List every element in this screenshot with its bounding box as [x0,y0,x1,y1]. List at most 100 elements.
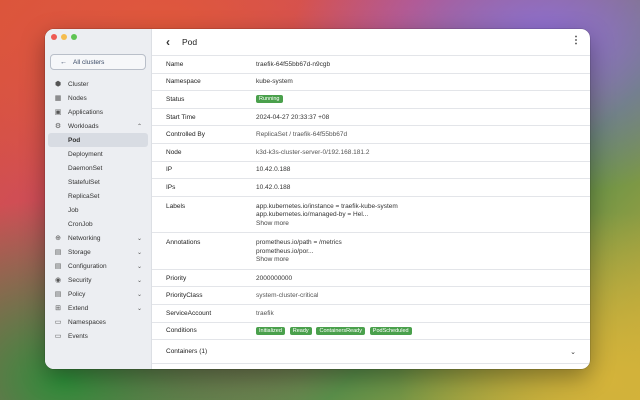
sidebar-item-label: Namespaces [68,318,106,326]
detail-row-name: Name traefik-64f55bb67d-n9cgb [152,56,590,74]
all-clusters-label: All clusters [73,58,105,66]
sidebar-subitem-replicaset[interactable]: ReplicaSet [45,189,151,203]
sidebar-item-extend[interactable]: ⊞ Extend ⌄ [45,301,151,315]
label-entry: app.kubernetes.io/managed-by = Hel... [256,211,369,219]
detail-value: kube-system [256,78,293,86]
sidebar-item-storage[interactable]: ▤ Storage ⌄ [45,245,151,259]
containers-section-toggle[interactable]: Containers (1) ⌄ [152,340,590,365]
cluster-icon: ⬢ [54,81,62,88]
more-menu-icon[interactable]: ⋮ [571,36,581,46]
extend-icon: ⊞ [55,305,61,312]
detail-row-annotations: Annotations prometheus.io/path = /metric… [152,233,590,270]
chevron-up-icon[interactable]: ⌃ [137,123,142,130]
detail-value: 10.42.0.188 [256,183,291,191]
all-clusters-button[interactable]: ← All clusters [50,54,146,70]
sidebar-subitem-deployment[interactable]: Deployment [45,147,151,161]
annotation-entry: prometheus.io/por... [256,247,314,255]
controlled-by-link[interactable]: ReplicaSet / traefik-64f55bb67d [256,131,347,138]
configuration-icon: ▤ [54,263,62,270]
condition-badge: ContainersReady [316,326,365,335]
sidebar-item-events[interactable]: ▭ Events [45,329,151,343]
chevron-down-icon[interactable]: ⌄ [137,291,142,298]
sidebar-item-policy[interactable]: ▤ Policy ⌄ [45,287,151,301]
window-controls [51,34,77,40]
sidebar-item-label: Storage [68,248,91,256]
arrow-left-icon: ← [60,58,67,66]
detail-row-start-time: Start Time 2024-04-27 20:33:37 +08 [152,109,590,127]
condition-badge: PodScheduled [369,326,412,335]
chevron-down-icon[interactable]: ⌄ [137,305,142,312]
detail-value: 10.42.0.188 [256,166,291,174]
sidebar-subitem-statefulset[interactable]: StatefulSet [45,175,151,189]
detail-row-controlled-by: Controlled By ReplicaSet / traefik-64f55… [152,126,590,144]
detail-value: traefik-64f55bb67d-n9cgb [256,60,331,68]
sidebar-item-label: Extend [68,304,89,312]
detail-key: PriorityClass [166,292,203,300]
sidebar-nav: ⬢ Cluster ▦ Nodes ▣ Applications ⚙ Workl… [45,77,151,343]
annotations-show-more-link[interactable]: Show more [256,256,342,265]
close-window-button[interactable] [51,34,57,40]
condition-badge: Initialized [256,326,285,335]
detail-key: Name [166,60,184,68]
annotations-list: prometheus.io/path = /metrics prometheus… [256,239,342,265]
annotation-entry: prometheus.io/path = /metrics [256,239,342,247]
page-title: Pod [182,37,198,47]
sidebar-subitem-job[interactable]: Job [45,203,151,217]
chevron-down-icon[interactable]: ⌄ [137,263,142,270]
labels-show-more-link[interactable]: Show more [256,220,398,229]
chevron-left-icon[interactable]: ‹ [166,35,170,49]
namespaces-icon: ▭ [54,319,62,326]
sidebar: ← All clusters ⬢ Cluster ▦ Nodes ▣ Appli… [45,29,152,369]
detail-row-ip: IP 10.42.0.188 [152,162,590,180]
nodes-icon: ▦ [54,95,62,102]
detail-value: 2024-04-27 20:33:37 +08 [256,113,330,121]
priority-class-link[interactable]: system-cluster-critical [256,292,318,299]
node-link[interactable]: k3d-k3s-cluster-server-0/192.168.181.2 [256,149,369,156]
chevron-down-icon[interactable]: ⌄ [137,235,142,242]
detail-row-labels: Labels app.kubernetes.io/instance = trae… [152,197,590,234]
sidebar-item-namespaces[interactable]: ▭ Namespaces [45,315,151,329]
detail-key: Labels [166,202,186,210]
sidebar-item-label: Cluster [68,80,89,88]
containers-label: Containers (1) [166,348,208,356]
workloads-icon: ⚙ [54,123,62,130]
minimize-window-button[interactable] [61,34,67,40]
security-icon: ◉ [54,277,62,284]
chevron-down-icon[interactable]: ⌄ [137,277,142,284]
detail-row-ips: IPs 10.42.0.188 [152,179,590,197]
detail-key: ServiceAccount [166,309,212,317]
sidebar-subitem-daemonset[interactable]: DaemonSet [45,161,151,175]
sidebar-subitem-cronjob[interactable]: CronJob [45,217,151,231]
sidebar-item-networking[interactable]: ⊕ Networking ⌄ [45,231,151,245]
chevron-down-icon[interactable]: ⌄ [137,249,142,256]
zoom-window-button[interactable] [71,34,77,40]
chevron-down-icon[interactable]: ⌄ [570,348,576,356]
sidebar-item-applications[interactable]: ▣ Applications [45,105,151,119]
sidebar-item-label: Events [68,332,88,340]
page-header: ‹ Pod ⋮ [152,29,590,56]
condition-badge: Ready [289,326,312,335]
sidebar-item-workloads[interactable]: ⚙ Workloads ⌃ [45,119,151,133]
details-table: Name traefik-64f55bb67d-n9cgb Namespace … [152,56,590,365]
label-entry: app.kubernetes.io/instance = traefik-kub… [256,202,398,210]
detail-key: Conditions [166,327,197,335]
sidebar-subitem-pod[interactable]: Pod [48,133,148,147]
main-panel: ‹ Pod ⋮ Name traefik-64f55bb67d-n9cgb Na… [152,29,590,369]
service-account-link[interactable]: traefik [256,310,274,317]
detail-row-namespace: Namespace kube-system [152,74,590,92]
detail-key: Namespace [166,78,201,86]
sidebar-item-label: Policy [68,290,86,298]
sidebar-item-label: Nodes [68,94,87,102]
sidebar-item-security[interactable]: ◉ Security ⌄ [45,273,151,287]
storage-icon: ▤ [54,249,62,256]
detail-key: IPs [166,183,176,191]
sidebar-item-cluster[interactable]: ⬢ Cluster [45,77,151,91]
detail-key: Node [166,148,182,156]
sidebar-item-nodes[interactable]: ▦ Nodes [45,91,151,105]
conditions-badges: Initialized Ready ContainersReady PodSch… [256,326,415,335]
sidebar-item-configuration[interactable]: ▤ Configuration ⌄ [45,259,151,273]
detail-key: Priority [166,274,187,282]
detail-value: 2000000000 [256,274,293,282]
detail-row-priority-class: PriorityClass system-cluster-critical [152,287,590,305]
applications-icon: ▣ [54,109,62,116]
